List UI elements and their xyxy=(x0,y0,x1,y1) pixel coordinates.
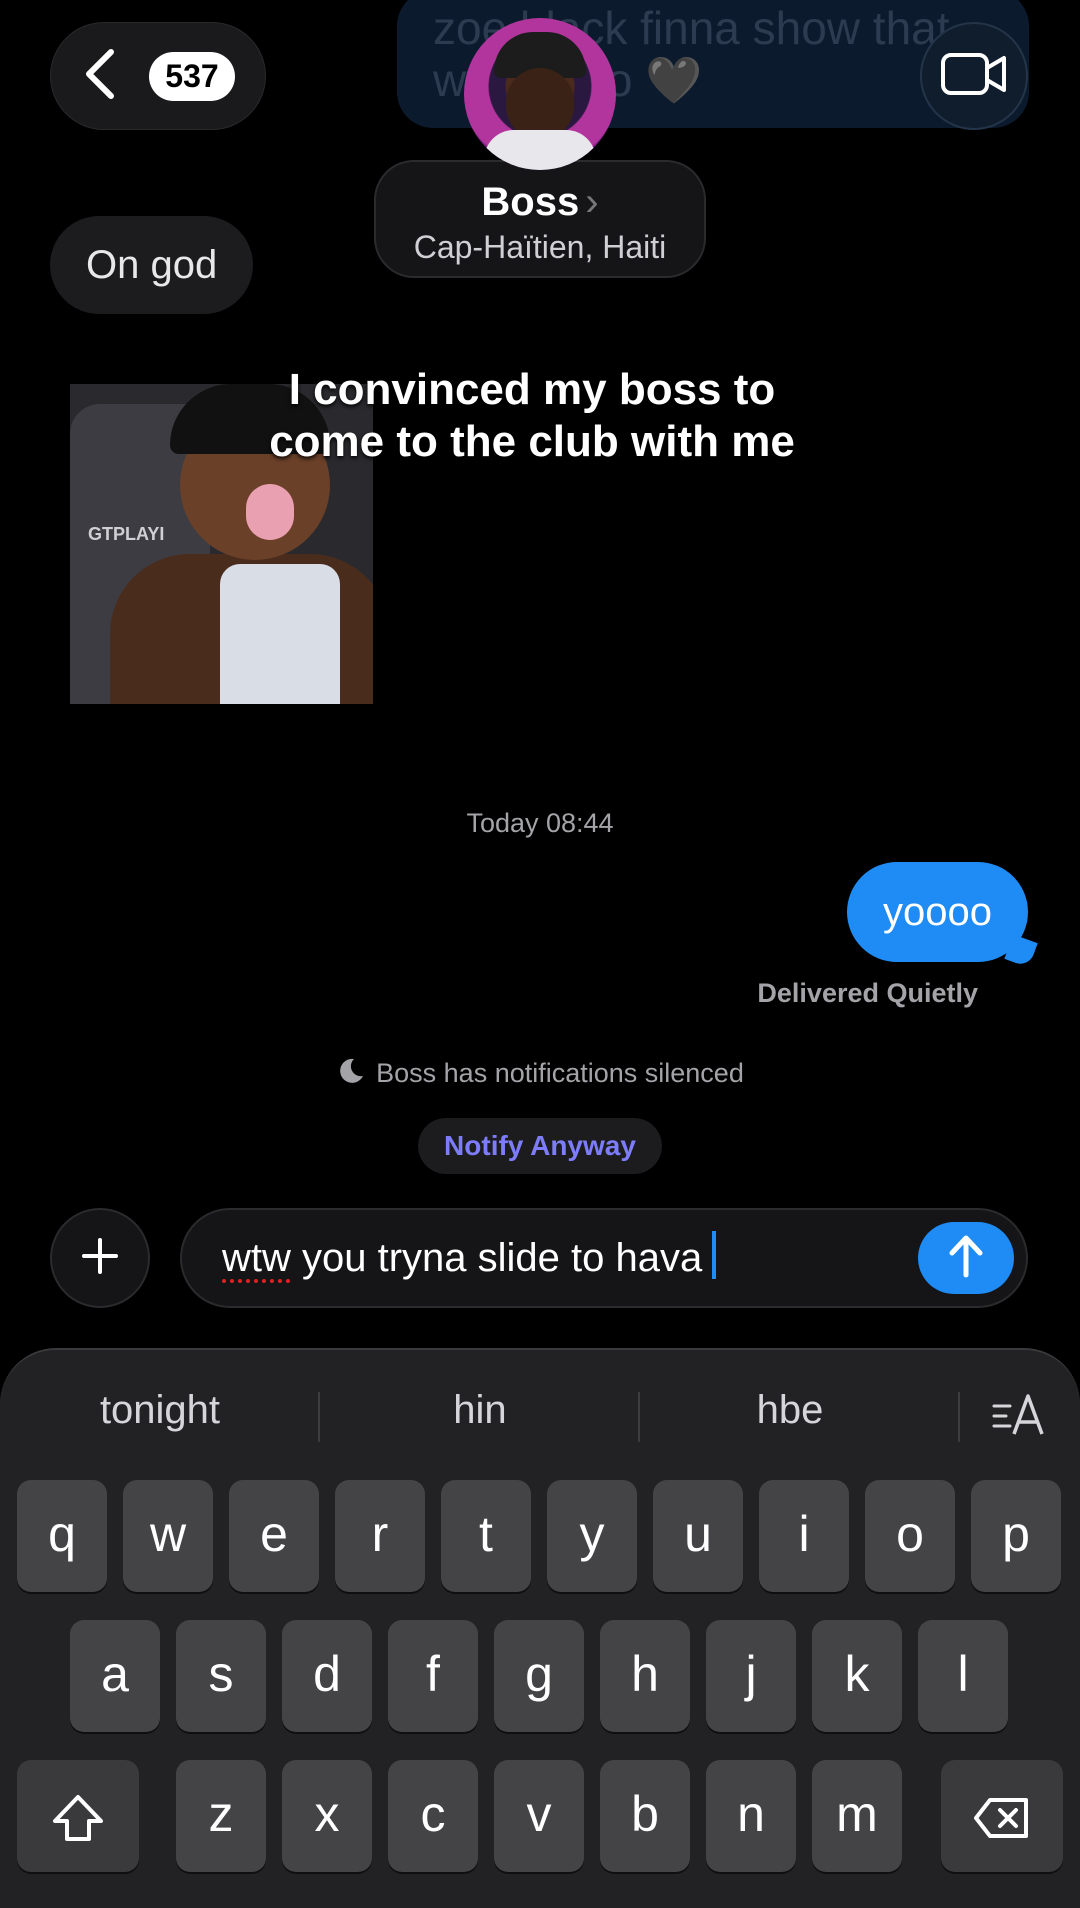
back-button[interactable]: 537 xyxy=(50,22,266,130)
video-camera-icon xyxy=(940,52,1008,101)
key-v[interactable]: v xyxy=(494,1760,584,1872)
arrow-up-icon xyxy=(946,1233,986,1284)
key-m[interactable]: m xyxy=(812,1760,902,1872)
input-text-rest: you tryna slide to hava xyxy=(290,1236,703,1280)
delete-icon xyxy=(972,1786,1032,1842)
video-call-button[interactable] xyxy=(920,22,1028,130)
message-input[interactable]: wtw you tryna slide to hava xyxy=(180,1208,1028,1308)
key-a[interactable]: a xyxy=(70,1620,160,1732)
notify-anyway-button[interactable]: Notify Anyway xyxy=(418,1118,662,1174)
outgoing-message-bubble[interactable]: yoooo xyxy=(847,862,1028,962)
keyboard: tonight hin hbe q w e r t y u i o p a s … xyxy=(0,1348,1080,1908)
suggestion-1[interactable]: tonight xyxy=(0,1362,320,1458)
key-p[interactable]: p xyxy=(971,1480,1061,1592)
key-f[interactable]: f xyxy=(388,1620,478,1732)
key-z[interactable]: z xyxy=(176,1760,266,1872)
chair-watermark: GTPLAYI xyxy=(88,524,165,544)
plus-icon xyxy=(80,1236,120,1281)
key-e[interactable]: e xyxy=(229,1480,319,1592)
key-t[interactable]: t xyxy=(441,1480,531,1592)
key-h[interactable]: h xyxy=(600,1620,690,1732)
key-k[interactable]: k xyxy=(812,1620,902,1732)
contact-header[interactable]: Boss › Cap-Haïtien, Haiti xyxy=(374,160,706,278)
key-y[interactable]: y xyxy=(547,1480,637,1592)
moon-icon xyxy=(336,1056,366,1086)
message-input-text: wtw you tryna slide to hava xyxy=(222,1210,717,1306)
shift-key[interactable] xyxy=(17,1760,139,1872)
suggestion-2[interactable]: hin xyxy=(320,1362,640,1458)
key-u[interactable]: u xyxy=(653,1480,743,1592)
silenced-text: Boss has notifications silenced xyxy=(376,1058,744,1088)
suggestion-bar: tonight hin hbe xyxy=(0,1362,1080,1458)
delete-key[interactable] xyxy=(941,1760,1063,1872)
contact-avatar[interactable] xyxy=(464,18,616,170)
misspelled-word[interactable]: wtw xyxy=(222,1236,291,1280)
key-g[interactable]: g xyxy=(494,1620,584,1732)
key-j[interactable]: j xyxy=(706,1620,796,1732)
chevron-left-icon xyxy=(81,48,121,105)
chevron-right-icon: › xyxy=(585,180,599,224)
incoming-message-bubble[interactable]: On god xyxy=(50,216,254,314)
key-l[interactable]: l xyxy=(918,1620,1008,1732)
attach-button[interactable] xyxy=(50,1208,150,1308)
key-x[interactable]: x xyxy=(282,1760,372,1872)
key-r[interactable]: r xyxy=(335,1480,425,1592)
message-timestamp: Today 08:44 xyxy=(466,808,614,838)
text-format-icon[interactable] xyxy=(990,1384,1050,1444)
unread-count-badge: 537 xyxy=(149,51,235,101)
contact-name: Boss xyxy=(481,180,580,224)
send-button[interactable] xyxy=(918,1222,1014,1294)
key-b[interactable]: b xyxy=(600,1760,690,1872)
key-c[interactable]: c xyxy=(388,1760,478,1872)
key-w[interactable]: w xyxy=(123,1480,213,1592)
shift-icon xyxy=(51,1786,105,1842)
key-o[interactable]: o xyxy=(865,1480,955,1592)
key-s[interactable]: s xyxy=(176,1620,266,1732)
silenced-notice: Boss has notifications silenced xyxy=(0,1056,1080,1089)
text-caret xyxy=(712,1231,717,1279)
key-i[interactable]: i xyxy=(759,1480,849,1592)
delivered-status: Delivered Quietly xyxy=(757,978,978,1008)
key-q[interactable]: q xyxy=(17,1480,107,1592)
key-n[interactable]: n xyxy=(706,1760,796,1872)
contact-name-row: Boss › xyxy=(376,180,704,225)
contact-location: Cap-Haïtien, Haiti xyxy=(413,229,667,265)
key-d[interactable]: d xyxy=(282,1620,372,1732)
suggestion-3[interactable]: hbe xyxy=(630,1362,950,1458)
meme-caption: I convinced my boss to come to the club … xyxy=(269,365,795,466)
